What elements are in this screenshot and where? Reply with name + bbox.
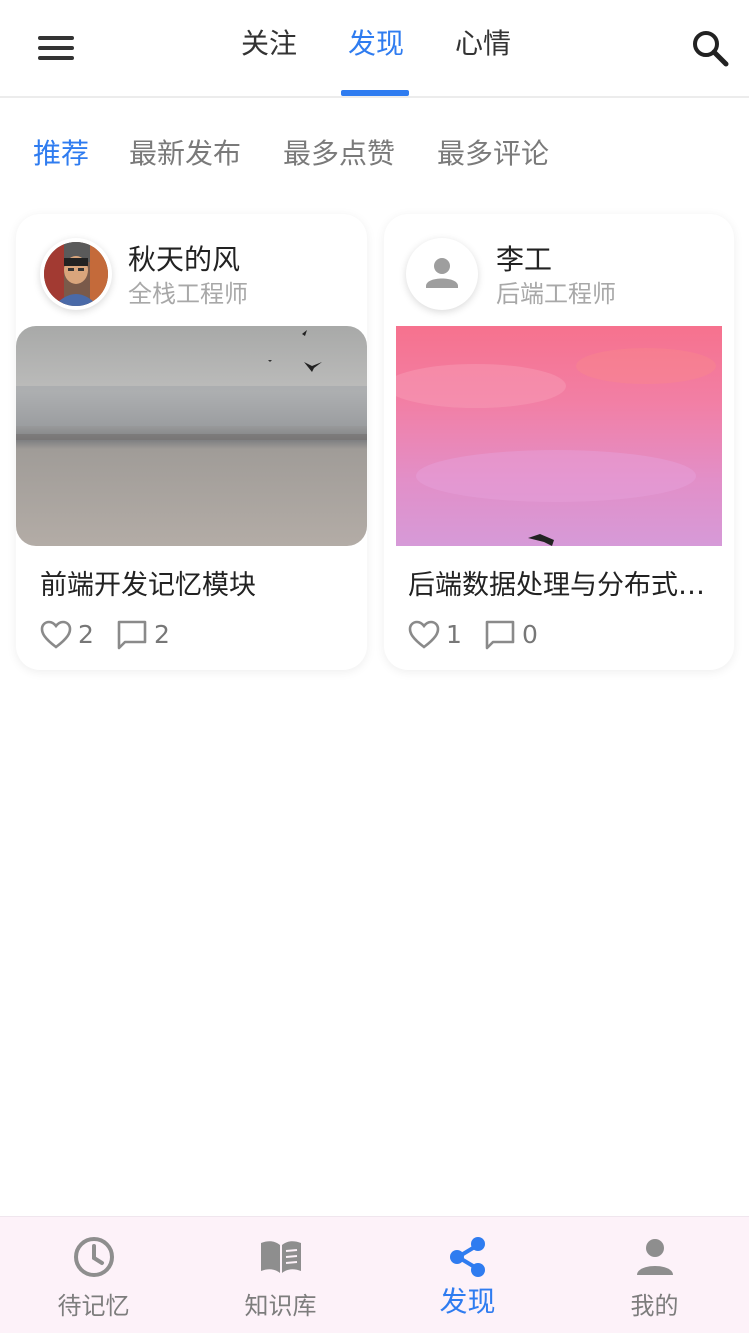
- clock-icon: [73, 1237, 114, 1277]
- post-cover-image[interactable]: [16, 326, 367, 546]
- nav-profile[interactable]: 我的: [561, 1217, 748, 1333]
- filter-most-liked[interactable]: 最多点赞: [283, 134, 395, 174]
- nav-label: 发现: [439, 1285, 496, 1318]
- comment-count[interactable]: 0: [484, 618, 538, 652]
- comment-count[interactable]: 2: [116, 618, 170, 652]
- filter-latest[interactable]: 最新发布: [129, 134, 241, 174]
- post-card[interactable]: 秋天的风 全栈工程师 前端开发记忆模块 2 2: [16, 214, 367, 670]
- search-icon[interactable]: [690, 28, 730, 68]
- active-tab-indicator: [341, 90, 409, 96]
- nav-to-memorize[interactable]: 待记忆: [0, 1217, 187, 1333]
- comment-number: 2: [154, 620, 170, 649]
- post-title[interactable]: 前端开发记忆模块: [40, 568, 340, 604]
- filter-most-commented[interactable]: 最多评论: [437, 134, 549, 174]
- person-placeholder-icon: [410, 242, 474, 306]
- top-app-bar: 关注 发现 心情: [0, 0, 749, 98]
- post-card[interactable]: 李工 后端工程师 后端数据处理与分布式存储 1 0: [384, 214, 734, 670]
- nav-label: 待记忆: [57, 1292, 130, 1320]
- tab-discover[interactable]: 发现: [348, 24, 404, 64]
- avatar[interactable]: [406, 238, 478, 310]
- post-title[interactable]: 后端数据处理与分布式存储: [408, 568, 708, 604]
- comment-icon: [485, 620, 515, 650]
- like-number: 2: [78, 620, 94, 649]
- person-icon: [636, 1239, 673, 1275]
- nav-label: 知识库: [244, 1292, 317, 1320]
- share-icon: [449, 1237, 485, 1277]
- tab-following[interactable]: 关注: [241, 24, 297, 64]
- bottom-navigation: 待记忆 知识库 发现 我的: [0, 1216, 749, 1333]
- nav-label: 我的: [630, 1292, 679, 1320]
- heart-icon: [40, 620, 72, 649]
- avatar[interactable]: [40, 238, 112, 310]
- hamburger-menu-icon[interactable]: [36, 34, 76, 62]
- nav-knowledge-base[interactable]: 知识库: [187, 1217, 374, 1333]
- book-icon: [260, 1241, 301, 1273]
- author-name[interactable]: 秋天的风: [128, 242, 240, 278]
- comment-icon: [117, 620, 147, 650]
- filter-recommended[interactable]: 推荐: [33, 134, 89, 174]
- post-cover-image[interactable]: [396, 326, 722, 546]
- like-number: 1: [446, 620, 462, 649]
- nav-discover[interactable]: 发现: [374, 1217, 561, 1333]
- comment-number: 0: [522, 620, 538, 649]
- author-name[interactable]: 李工: [496, 242, 552, 278]
- author-role: 全栈工程师: [128, 280, 248, 308]
- heart-icon: [408, 620, 440, 649]
- author-role: 后端工程师: [496, 280, 616, 308]
- like-count[interactable]: 1: [408, 618, 462, 652]
- tab-mood[interactable]: 心情: [455, 24, 511, 64]
- like-count[interactable]: 2: [40, 618, 94, 652]
